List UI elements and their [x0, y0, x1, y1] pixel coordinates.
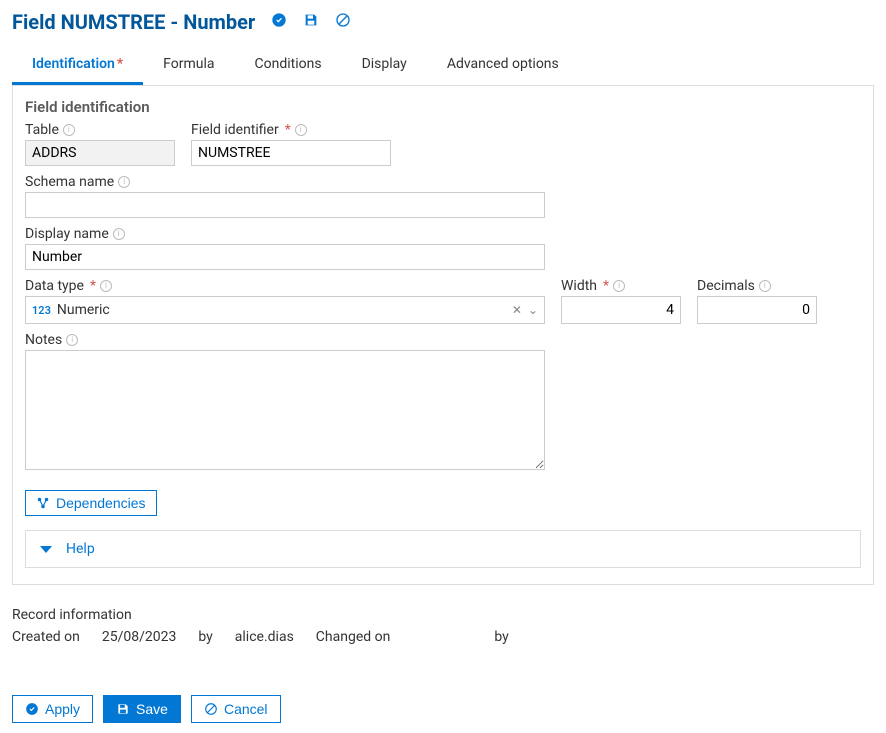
info-icon[interactable]: i: [100, 280, 112, 292]
table-label: Table: [25, 122, 59, 138]
clear-icon[interactable]: ✕: [512, 303, 522, 317]
tabs: Identification* Formula Conditions Displ…: [12, 46, 874, 86]
display-name-input[interactable]: [25, 244, 545, 270]
width-label: Width: [561, 278, 597, 294]
cancel-icon[interactable]: [335, 12, 351, 32]
info-icon[interactable]: i: [295, 124, 307, 136]
schema-label: Schema name: [25, 174, 114, 190]
apply-button[interactable]: Apply: [12, 695, 93, 723]
decimals-input[interactable]: [697, 296, 817, 324]
notes-textarea[interactable]: [25, 350, 545, 470]
changed-by-label: by: [494, 629, 508, 645]
datatype-value: Numeric: [57, 302, 110, 318]
info-icon[interactable]: i: [66, 334, 78, 346]
apply-label: Apply: [45, 701, 80, 717]
created-on-label: Created on: [12, 629, 80, 645]
datatype-select[interactable]: 123 Numeric ✕ ⌄: [25, 296, 545, 324]
help-expander[interactable]: Help: [25, 530, 861, 568]
width-input[interactable]: [561, 296, 681, 324]
numeric-type-icon: 123: [32, 304, 51, 317]
field-id-label: Field identifier: [191, 122, 279, 138]
dependencies-button[interactable]: Dependencies: [25, 490, 157, 516]
page-title: Field NUMSTREE - Number: [12, 10, 255, 34]
dependencies-label: Dependencies: [56, 495, 146, 511]
save-button[interactable]: Save: [103, 695, 181, 723]
help-label: Help: [66, 541, 95, 557]
save-icon: [116, 702, 130, 716]
tab-identification-label: Identification: [32, 56, 115, 72]
schema-input[interactable]: [25, 192, 545, 218]
save-icon[interactable]: [303, 12, 319, 32]
dependencies-icon: [36, 496, 50, 510]
tab-formula[interactable]: Formula: [143, 46, 234, 85]
chevron-down-icon[interactable]: ⌄: [528, 303, 538, 317]
notes-label: Notes: [25, 332, 62, 348]
info-icon[interactable]: i: [759, 280, 771, 292]
save-label: Save: [136, 701, 168, 717]
tab-advanced[interactable]: Advanced options: [427, 46, 579, 85]
cancel-button[interactable]: Cancel: [191, 695, 281, 723]
required-marker: *: [90, 278, 96, 294]
cancel-label: Cancel: [224, 701, 268, 717]
tab-display[interactable]: Display: [342, 46, 427, 85]
info-icon[interactable]: i: [613, 280, 625, 292]
required-marker: *: [117, 56, 123, 72]
info-icon[interactable]: i: [118, 176, 130, 188]
tab-conditions[interactable]: Conditions: [235, 46, 342, 85]
section-title: Field identification: [25, 98, 861, 116]
table-input: [25, 140, 175, 166]
info-icon[interactable]: i: [113, 228, 125, 240]
created-by-label: by: [198, 629, 212, 645]
identification-panel: Field identification Table i Field ident…: [12, 86, 874, 585]
info-icon[interactable]: i: [63, 124, 75, 136]
required-marker: *: [285, 122, 291, 138]
field-id-input[interactable]: [191, 140, 391, 166]
decimals-label: Decimals: [697, 278, 755, 294]
created-by-value: alice.dias: [235, 629, 294, 645]
datatype-label: Data type: [25, 278, 84, 294]
chevron-down-icon: [40, 546, 52, 553]
changed-on-label: Changed on: [316, 629, 391, 645]
cancel-circle-icon: [204, 702, 218, 716]
tab-identification[interactable]: Identification*: [12, 46, 143, 85]
created-on-value: 25/08/2023: [102, 629, 177, 645]
apply-icon[interactable]: [271, 12, 287, 32]
display-name-label: Display name: [25, 226, 109, 242]
check-circle-icon: [25, 702, 39, 716]
record-info-title: Record information: [12, 607, 874, 623]
required-marker: *: [603, 278, 609, 294]
